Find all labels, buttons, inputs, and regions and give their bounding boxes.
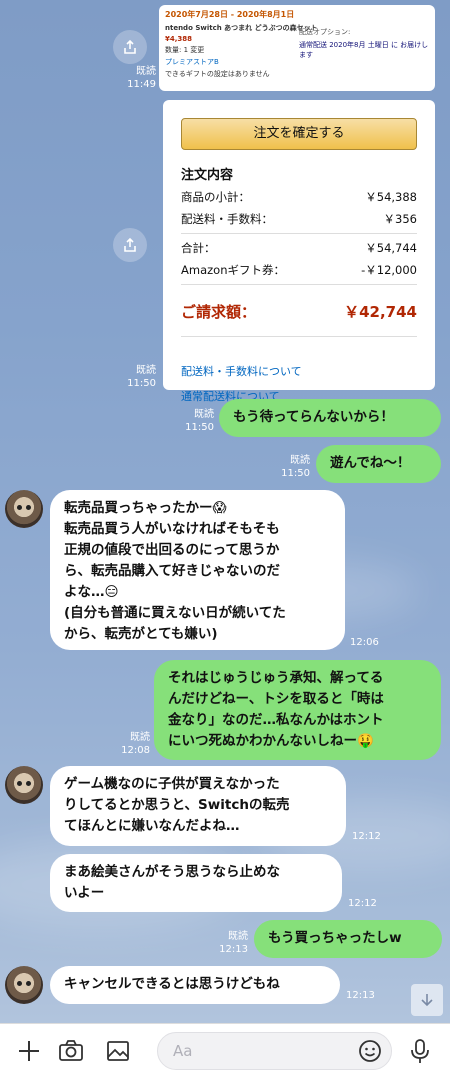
avatar[interactable] xyxy=(5,766,43,804)
delivery-label: 配送オプション: xyxy=(299,28,351,36)
message-meta: 既読 11:50 xyxy=(178,408,214,434)
row-value: ￥356 xyxy=(383,212,417,226)
plus-icon xyxy=(19,1041,39,1061)
image-icon xyxy=(107,1041,129,1061)
timestamp: 12:13 xyxy=(219,944,248,955)
camera-button[interactable] xyxy=(57,1037,85,1065)
read-label: 既読 xyxy=(136,365,156,376)
screenshot-image-order-summary[interactable]: 注文を確定する 注文内容 商品の小計： ￥54,388 配送料・手数料： ￥35… xyxy=(163,100,435,403)
read-label: 既読 xyxy=(290,455,310,466)
timestamp: 11:50 xyxy=(127,378,156,389)
row-label: 配送料・手数料： xyxy=(181,212,273,226)
total-value: ￥42,744 xyxy=(344,303,417,321)
summary-row: 商品の小計： ￥54,388 xyxy=(181,189,417,205)
row-value: ￥54,744 xyxy=(365,241,417,255)
share-button[interactable] xyxy=(113,30,147,64)
links: 配送料・手数料について 通常配送料について xyxy=(181,363,419,404)
camera-icon xyxy=(59,1040,83,1061)
row-value: -￥12,000 xyxy=(361,263,417,277)
avatar[interactable] xyxy=(5,966,43,1004)
read-label: 既読 xyxy=(194,409,214,420)
timestamp: 12:12 xyxy=(352,831,381,842)
share-icon xyxy=(124,237,136,252)
row-value: ￥54,388 xyxy=(365,190,417,204)
delivery-option: 通常配送 2020年8月 土曜日 に お届けします xyxy=(299,41,429,59)
total-row: ご請求額： ￥42,744 xyxy=(181,301,417,322)
emoji-button[interactable] xyxy=(356,1037,384,1065)
message-meta: 既読 11:49 xyxy=(118,65,156,91)
screenshot-image-order-details[interactable]: 2020年7月28日 - 2020年8月1日 ntendo Switch あつま… xyxy=(159,5,435,91)
summary-row: Amazonギフト券： -￥12,000 xyxy=(181,262,417,278)
divider xyxy=(181,336,417,337)
share-button[interactable] xyxy=(113,228,147,262)
read-label: 既読 xyxy=(136,66,156,77)
message-meta: 既読 12:08 xyxy=(114,731,150,757)
read-label: 既読 xyxy=(130,732,150,743)
divider xyxy=(181,284,417,285)
row-label: Amazonギフト券： xyxy=(181,263,285,277)
summary-row: 配送料・手数料： ￥356 xyxy=(181,211,417,227)
arrow-down-icon xyxy=(421,994,433,1007)
delivery-options: 配送オプション: 通常配送 2020年8月 土曜日 に お届けします xyxy=(299,27,435,60)
timestamp: 12:13 xyxy=(346,990,375,1001)
read-label: 既読 xyxy=(228,931,248,942)
shipping-fee-link: 配送料・手数料について xyxy=(181,365,302,378)
sent-message[interactable]: 遊んでね〜！ xyxy=(316,445,441,483)
delivery-date: 2020年7月28日 - 2020年8月1日 xyxy=(165,10,295,19)
timestamp: 12:12 xyxy=(348,898,377,909)
timestamp: 11:50 xyxy=(185,422,214,433)
message-meta: 既読 12:13 xyxy=(212,930,248,956)
row-label: 合計： xyxy=(181,241,216,255)
summary-title: 注文内容 xyxy=(181,168,234,183)
smiley-icon xyxy=(359,1040,381,1062)
received-message[interactable]: まあ絵美さんがそう思うなら止めな いよー xyxy=(50,854,342,912)
image-button[interactable] xyxy=(104,1037,132,1065)
received-message[interactable]: 転売品買っちゃったかー😱 転売品買う人がいなければそもそも 正規の値段で出回るの… xyxy=(50,490,345,650)
scroll-to-bottom-button[interactable] xyxy=(411,984,443,1016)
summary-row: 合計： ￥54,744 xyxy=(181,240,417,256)
microphone-icon xyxy=(411,1039,429,1063)
total-label: ご請求額： xyxy=(181,303,257,321)
divider xyxy=(181,233,417,234)
message-meta: 既読 11:50 xyxy=(118,364,156,390)
sent-message[interactable]: それはじゅうじゅう承知、解ってる んだけどねー、トシを取ると「時は 金なり」なの… xyxy=(154,660,441,760)
timestamp: 12:06 xyxy=(350,637,379,648)
received-message[interactable]: キャンセルできるとは思うけどもね xyxy=(50,966,340,1004)
share-icon xyxy=(124,39,136,54)
sent-message[interactable]: もう待ってらんないから！ xyxy=(219,399,441,437)
add-button[interactable] xyxy=(15,1037,43,1065)
received-message[interactable]: ゲーム機なのに子供が買えなかった りしてるとか思うと、Switchの転売 てほん… xyxy=(50,766,346,846)
message-meta: 既読 11:50 xyxy=(274,454,310,480)
voice-button[interactable] xyxy=(406,1037,434,1065)
message-input-bar: Aa xyxy=(0,1023,450,1077)
sent-message[interactable]: もう買っちゃったしw xyxy=(254,920,442,958)
timestamp: 11:50 xyxy=(281,468,310,479)
timestamp: 12:08 xyxy=(121,745,150,756)
timestamp: 11:49 xyxy=(127,79,156,90)
avatar[interactable] xyxy=(5,490,43,528)
confirm-order-button: 注文を確定する xyxy=(181,118,417,150)
row-label: 商品の小計： xyxy=(181,190,250,204)
gift-note: できるギフトの設定はありません xyxy=(165,70,270,78)
